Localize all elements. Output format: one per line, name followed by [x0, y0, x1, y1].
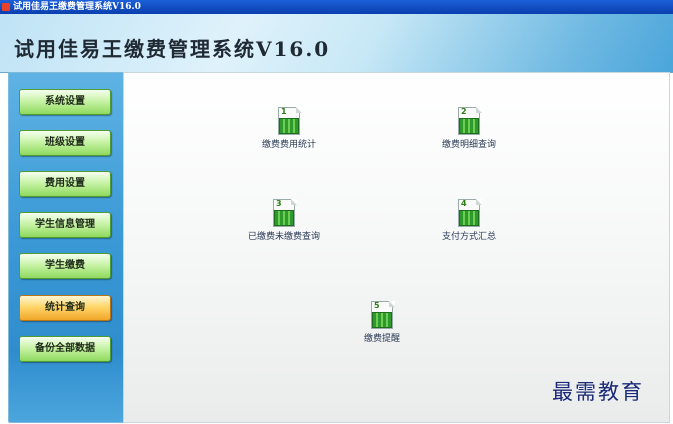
tile-label: 已缴费未缴费查询	[247, 232, 320, 242]
tile-paid-unpaid-query[interactable]: 3 已缴费未缴费查询	[224, 199, 344, 242]
tile-label: 缴费提醒	[363, 334, 400, 344]
app-icon	[2, 3, 10, 11]
window-title: 试用佳易王缴费管理系统V16.0	[13, 2, 141, 12]
nav-button-backup-data[interactable]: 备份全部数据	[19, 336, 111, 362]
tile-payment-reminder[interactable]: 5 缴费提醒	[342, 301, 422, 344]
watermark-text: 最需教育	[552, 380, 644, 404]
sidebar: 系统设置 班级设置 费用设置 学生信息管理 学生缴费 统计查询 备份全部数据	[8, 72, 125, 423]
nav-button-system-settings[interactable]: 系统设置	[19, 89, 111, 115]
header-banner: 试用佳易王缴费管理系统V16.0	[0, 14, 673, 73]
nav-button-student-payment[interactable]: 学生缴费	[19, 253, 111, 279]
spreadsheet-icon: 3	[271, 199, 297, 227]
app-title: 试用佳易王缴费管理系统V16.0	[14, 37, 331, 61]
tile-payment-method-summary[interactable]: 4 支付方式汇总	[424, 199, 514, 242]
tile-payment-detail-query[interactable]: 2 缴费明细查询	[424, 107, 514, 150]
nav-button-fee-settings[interactable]: 费用设置	[19, 171, 111, 197]
spreadsheet-icon: 2	[456, 107, 482, 135]
nav-button-student-info[interactable]: 学生信息管理	[19, 212, 111, 238]
window-titlebar: 试用佳易王缴费管理系统V16.0	[0, 0, 673, 14]
tile-label: 缴费费用统计	[261, 140, 316, 150]
tile-label: 支付方式汇总	[441, 232, 496, 242]
spreadsheet-icon: 1	[276, 107, 302, 135]
tile-fee-statistics[interactable]: 1 缴费费用统计	[244, 107, 334, 150]
nav-button-class-settings[interactable]: 班级设置	[19, 130, 111, 156]
main-content: 1 缴费费用统计 2 缴费明细查询 3 已缴费未缴费查询 4 支付方式汇总 5 …	[123, 72, 670, 423]
nav-button-statistics-query[interactable]: 统计查询	[19, 295, 111, 321]
spreadsheet-icon: 4	[456, 199, 482, 227]
tile-label: 缴费明细查询	[441, 140, 496, 150]
spreadsheet-icon: 5	[369, 301, 395, 329]
